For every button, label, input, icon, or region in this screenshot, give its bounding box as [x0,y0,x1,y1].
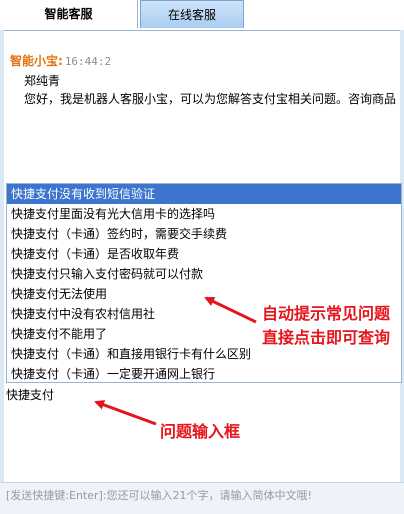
tab-online-service[interactable]: 在线客服 [140,0,244,28]
suggestion-item[interactable]: 快捷支付没有收到短信验证 [7,184,401,204]
message-sender: 智能小宝: [10,54,63,68]
suggestion-item[interactable]: 快捷支付（卡通）一定要开通网上银行 [7,364,401,384]
status-bar: [发送快捷键:Enter]:您还可以输入21个字，请输入简体中文哦! [0,482,404,514]
message-recipient-name: 郑纯青 [24,74,61,88]
message-header: 智能小宝: 16:44:2 [10,52,111,69]
chat-history[interactable]: 智能小宝: 16:44:2 郑纯青 您好，我是机器人客服小宝，可以为您解答支付宝相… [4,30,400,180]
status-hint: [发送快捷键:Enter]:您还可以输入21个字，请输入简体中文哦! [6,489,312,502]
tab-smart-service[interactable]: 智能客服 [0,0,138,28]
suggestion-item[interactable]: 快捷支付无法使用 [7,284,401,304]
annotation-suggest-line1: 自动提示常见问题 [262,304,391,323]
annotation-input-label: 问题输入框 [160,422,241,441]
question-input-value[interactable]: 快捷支付 [6,386,54,403]
annotation-suggest-line2: 直接点击即可查询 [262,328,391,347]
suggestion-item[interactable]: 快捷支付（卡通）是否收取年费 [7,244,401,264]
suggestion-item[interactable]: 快捷支付只输入支付密码就可以付款 [7,264,401,284]
annotation-suggest: 自动提示常见问题 直接点击即可查询 [262,302,390,350]
suggestion-item[interactable]: 快捷支付（卡通）签约时，需要交手续费 [7,224,401,244]
suggestion-list[interactable]: 快捷支付没有收到短信验证 快捷支付里面没有光大信用卡的选择吗 快捷支付（卡通）签… [6,183,402,383]
suggestion-item[interactable]: 快捷支付里面没有光大信用卡的选择吗 [7,204,401,224]
tab-bar: 智能客服 在线客服 [0,0,404,31]
message-time: 16:44:2 [64,55,112,68]
message-text: 您好，我是机器人客服小宝，可以为您解答支付宝相关问题。咨询商品 [24,92,397,106]
